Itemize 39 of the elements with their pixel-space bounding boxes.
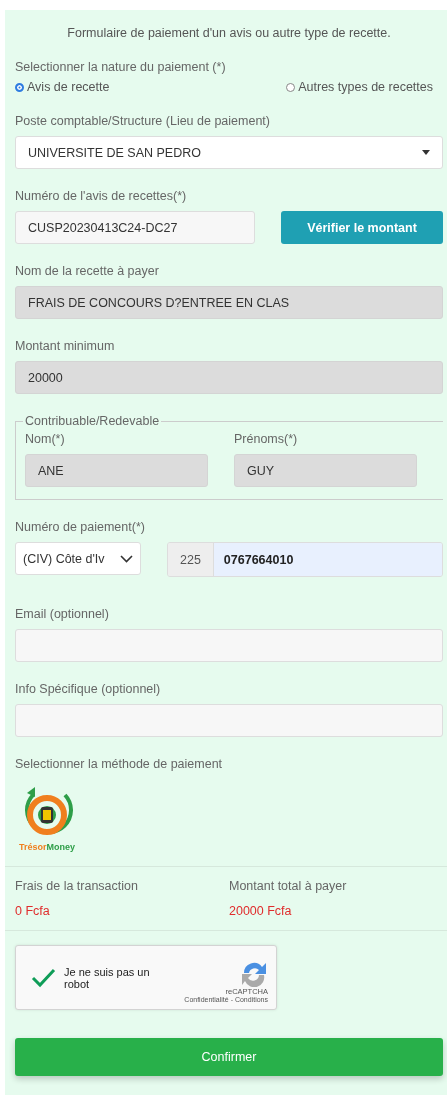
input-field[interactable]: 20000 [15, 361, 443, 394]
country-code: 225 [168, 543, 214, 576]
field-label: Email (optionnel) [15, 607, 110, 621]
structure-select[interactable]: UNIVERSITE DE SAN PEDRO [15, 136, 443, 169]
phone-field[interactable]: 225 0767664010 [167, 542, 443, 577]
field-label: Numéro de paiement(*) [15, 520, 146, 534]
field-label: Selectionner la nature du paiement (*) [15, 60, 227, 74]
radio-icon[interactable] [15, 82, 24, 92]
input-field[interactable]: FRAIS DE CONCOURS D?ENTREE EN CLAS [15, 286, 443, 319]
caret-icon [422, 150, 430, 155]
logo-text: Money [46, 842, 76, 852]
field-label: Selectionner la méthode de paiement [15, 757, 224, 771]
input-field[interactable]: ANE [25, 454, 208, 487]
email-field[interactable] [15, 629, 443, 662]
logo-text: Trésor [19, 842, 47, 852]
country-select[interactable]: (CIV) Côte d'Iv [15, 542, 141, 575]
phone-number: 0767664010 [213, 543, 442, 576]
chevron-icon [120, 554, 133, 563]
summary-value: 0 Fcfa [15, 904, 51, 918]
captcha-label: Je ne suis pas un robot [64, 965, 151, 990]
field-label: Poste comptable/Structure (Lieu de paiement) [15, 114, 271, 128]
field-label: Prénoms(*) [234, 432, 299, 446]
radio-option[interactable]: Avis de recette [15, 80, 287, 94]
radio-option[interactable]: Autres types de recettes [286, 80, 433, 94]
field-label: Info Spécifique (optionnel) [15, 682, 162, 696]
field-label: Nom(*) [25, 432, 66, 446]
summary-label: Montant total à payer [229, 879, 348, 893]
radio-icon[interactable] [286, 82, 296, 92]
input-field[interactable]: GUY [234, 454, 417, 487]
input-field[interactable]: CUSP20230413C24-DC27 [15, 211, 255, 244]
summary-label: Frais de la transaction [15, 879, 139, 893]
fieldset-legend: Contribuable/Redevable [23, 414, 162, 428]
recaptcha-logo-icon [240, 960, 268, 987]
field-label: Montant minimum [15, 339, 116, 353]
field-label: Numéro de l'avis de recettes(*) [15, 189, 188, 203]
field-label: Nom de la recette à payer [15, 264, 160, 278]
form-title: Formulaire de paiement d'un avis ou autre type de recette. [66, 26, 392, 40]
input-field[interactable] [15, 704, 443, 737]
summary-value: 20000 Fcfa [229, 904, 293, 918]
